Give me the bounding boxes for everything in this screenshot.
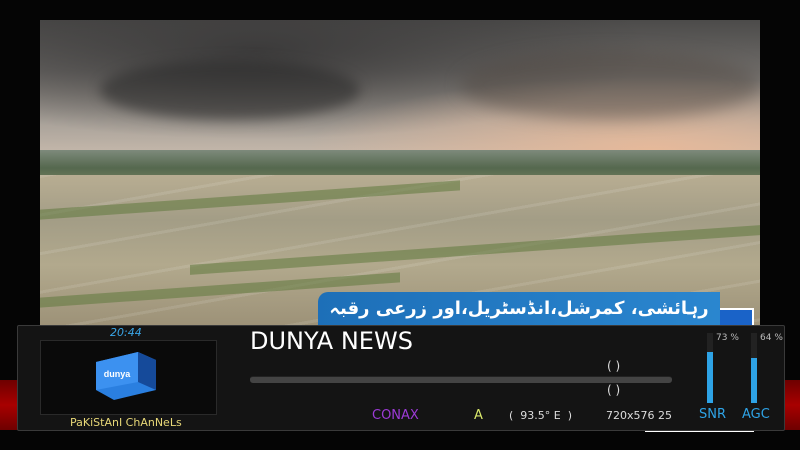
agc-meter: [751, 333, 757, 403]
video-frame: [40, 20, 760, 325]
field-stripe: [40, 180, 460, 220]
clock: 20:44: [110, 326, 142, 339]
snr-meter-fill: [707, 351, 713, 403]
snr-percent: 73 %: [716, 333, 739, 343]
dunya-logo-text: dunya: [104, 369, 131, 379]
dunya-logo-icon: dunya: [96, 352, 156, 400]
agc-label: AGC: [742, 407, 770, 422]
satellite-position: ( 93.5° E ): [509, 409, 573, 422]
channel-name: DUNYA NEWS: [250, 327, 413, 355]
next-program-slot: ( ): [607, 383, 621, 397]
field-stripe: [190, 225, 760, 275]
agc-percent: 64 %: [760, 333, 783, 343]
encryption-badge: CONAX: [372, 408, 419, 423]
cloud: [460, 50, 760, 120]
current-program-slot: ( ): [607, 359, 621, 373]
snr-label: SNR: [699, 407, 727, 422]
cloud: [100, 60, 360, 120]
snr-meter: [707, 333, 713, 403]
audio-indicator: A: [474, 408, 483, 423]
agc-meter-fill: [751, 358, 757, 403]
program-progress-bar: [250, 376, 672, 383]
channel-group-label: PaKiStAnI ChAnNeLs: [70, 416, 182, 429]
video-resolution: 720x576 25: [606, 409, 672, 422]
news-ticker-caption: رہائشی، کمرشل،انڈسٹریل،اور زرعی رقبہ: [318, 292, 720, 325]
